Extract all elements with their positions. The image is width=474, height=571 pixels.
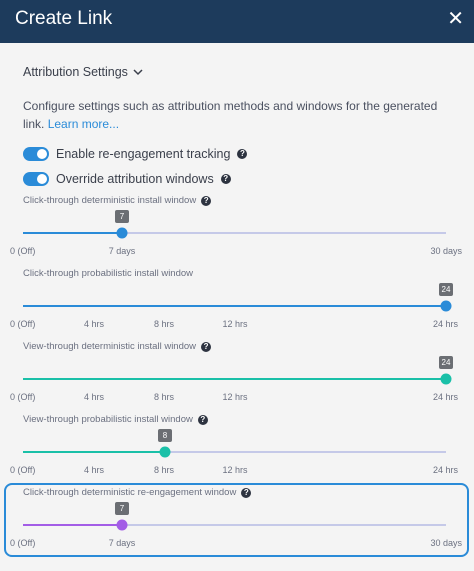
tick-label: 8 hrs bbox=[153, 465, 175, 475]
dialog-header: Create Link ✕ bbox=[0, 0, 474, 43]
tick-label: 30 days bbox=[430, 246, 462, 256]
slider-label-click-deterministic-reengagement: Click-through deterministic re-engagemen… bbox=[23, 487, 252, 498]
help-icon[interactable]: ? bbox=[220, 174, 231, 184]
tick-label: 24 hrs bbox=[432, 392, 458, 402]
help-icon[interactable]: ? bbox=[197, 414, 208, 425]
tick-label: 7 days bbox=[108, 246, 136, 256]
tick-label: 0 (Off) bbox=[10, 246, 36, 256]
slider-thumb[interactable] bbox=[116, 227, 128, 239]
override-windows-toggle-row: Override attribution windows ? bbox=[23, 172, 231, 186]
slider-label-text: View-through probabilistic install windo… bbox=[23, 414, 193, 425]
help-icon[interactable]: ? bbox=[241, 487, 252, 498]
slider-value-tooltip: 7 bbox=[115, 502, 129, 515]
slider-value-tooltip: 24 bbox=[439, 356, 453, 369]
slider-value-tooltip: 7 bbox=[115, 210, 129, 223]
tick-label: 0 (Off) bbox=[10, 319, 36, 329]
attribution-description: Configure settings such as attribution m… bbox=[23, 97, 453, 133]
slider-track-filled bbox=[23, 232, 123, 234]
tick-label: 4 hrs bbox=[83, 319, 105, 329]
slider-track-rest[interactable] bbox=[123, 232, 446, 234]
tick-label: 12 hrs bbox=[222, 465, 248, 475]
tick-label: 4 hrs bbox=[83, 465, 105, 475]
slider-label-text: Click-through deterministic install wind… bbox=[23, 195, 197, 206]
tick-label: 8 hrs bbox=[153, 319, 175, 329]
slider-label-click-deterministic-install: Click-through deterministic install wind… bbox=[23, 195, 212, 206]
slider-track-rest[interactable] bbox=[165, 451, 446, 453]
tick-label: 0 (Off) bbox=[10, 392, 36, 402]
slider-track-filled bbox=[23, 451, 165, 453]
override-windows-label: Override attribution windows bbox=[56, 172, 214, 186]
tick-label: 0 (Off) bbox=[10, 465, 36, 475]
slider-thumb[interactable] bbox=[116, 519, 128, 531]
slider-label-view-deterministic-install: View-through deterministic install windo… bbox=[23, 341, 212, 352]
re-engagement-switch[interactable] bbox=[23, 147, 49, 161]
slider-track-filled[interactable] bbox=[23, 378, 446, 380]
tick-label: 30 days bbox=[430, 538, 462, 548]
slider-label-text: View-through deterministic install windo… bbox=[23, 341, 197, 352]
attribution-settings-label: Attribution Settings bbox=[23, 65, 128, 79]
help-icon[interactable]: ? bbox=[201, 195, 212, 206]
slider-label-text: Click-through probabilistic install wind… bbox=[23, 268, 194, 279]
slider-label-click-probabilistic-install: Click-through probabilistic install wind… bbox=[23, 268, 193, 279]
slider-track-filled[interactable] bbox=[23, 305, 446, 307]
tick-label: 12 hrs bbox=[222, 392, 248, 402]
close-icon[interactable]: ✕ bbox=[447, 6, 464, 31]
tick-label: 0 (Off) bbox=[10, 538, 36, 548]
tick-label: 7 days bbox=[108, 538, 136, 548]
attribution-settings-toggle[interactable]: Attribution Settings bbox=[23, 65, 143, 79]
re-engagement-label: Enable re-engagement tracking bbox=[56, 147, 231, 161]
help-icon[interactable]: ? bbox=[237, 149, 248, 159]
slider-value-tooltip: 8 bbox=[158, 429, 172, 442]
tick-label: 24 hrs bbox=[432, 465, 458, 475]
slider-thumb[interactable] bbox=[440, 300, 452, 312]
learn-more-link[interactable]: Learn more... bbox=[48, 117, 119, 131]
dialog-title: Create Link bbox=[15, 8, 113, 29]
slider-track-filled bbox=[23, 524, 123, 526]
chevron-down-icon bbox=[133, 69, 143, 76]
slider-thumb[interactable] bbox=[440, 373, 452, 385]
slider-track-rest[interactable] bbox=[123, 524, 446, 526]
tick-label: 12 hrs bbox=[222, 319, 248, 329]
help-icon[interactable]: ? bbox=[201, 341, 212, 352]
override-windows-switch[interactable] bbox=[23, 172, 49, 186]
re-engagement-toggle-row: Enable re-engagement tracking ? bbox=[23, 147, 248, 161]
slider-thumb[interactable] bbox=[159, 446, 171, 458]
slider-label-view-probabilistic-install: View-through probabilistic install windo… bbox=[23, 414, 208, 425]
slider-label-text: Click-through deterministic re-engagemen… bbox=[23, 487, 237, 498]
tick-label: 24 hrs bbox=[432, 319, 458, 329]
tick-label: 4 hrs bbox=[83, 392, 105, 402]
tick-label: 8 hrs bbox=[153, 392, 175, 402]
slider-value-tooltip: 24 bbox=[439, 283, 453, 296]
